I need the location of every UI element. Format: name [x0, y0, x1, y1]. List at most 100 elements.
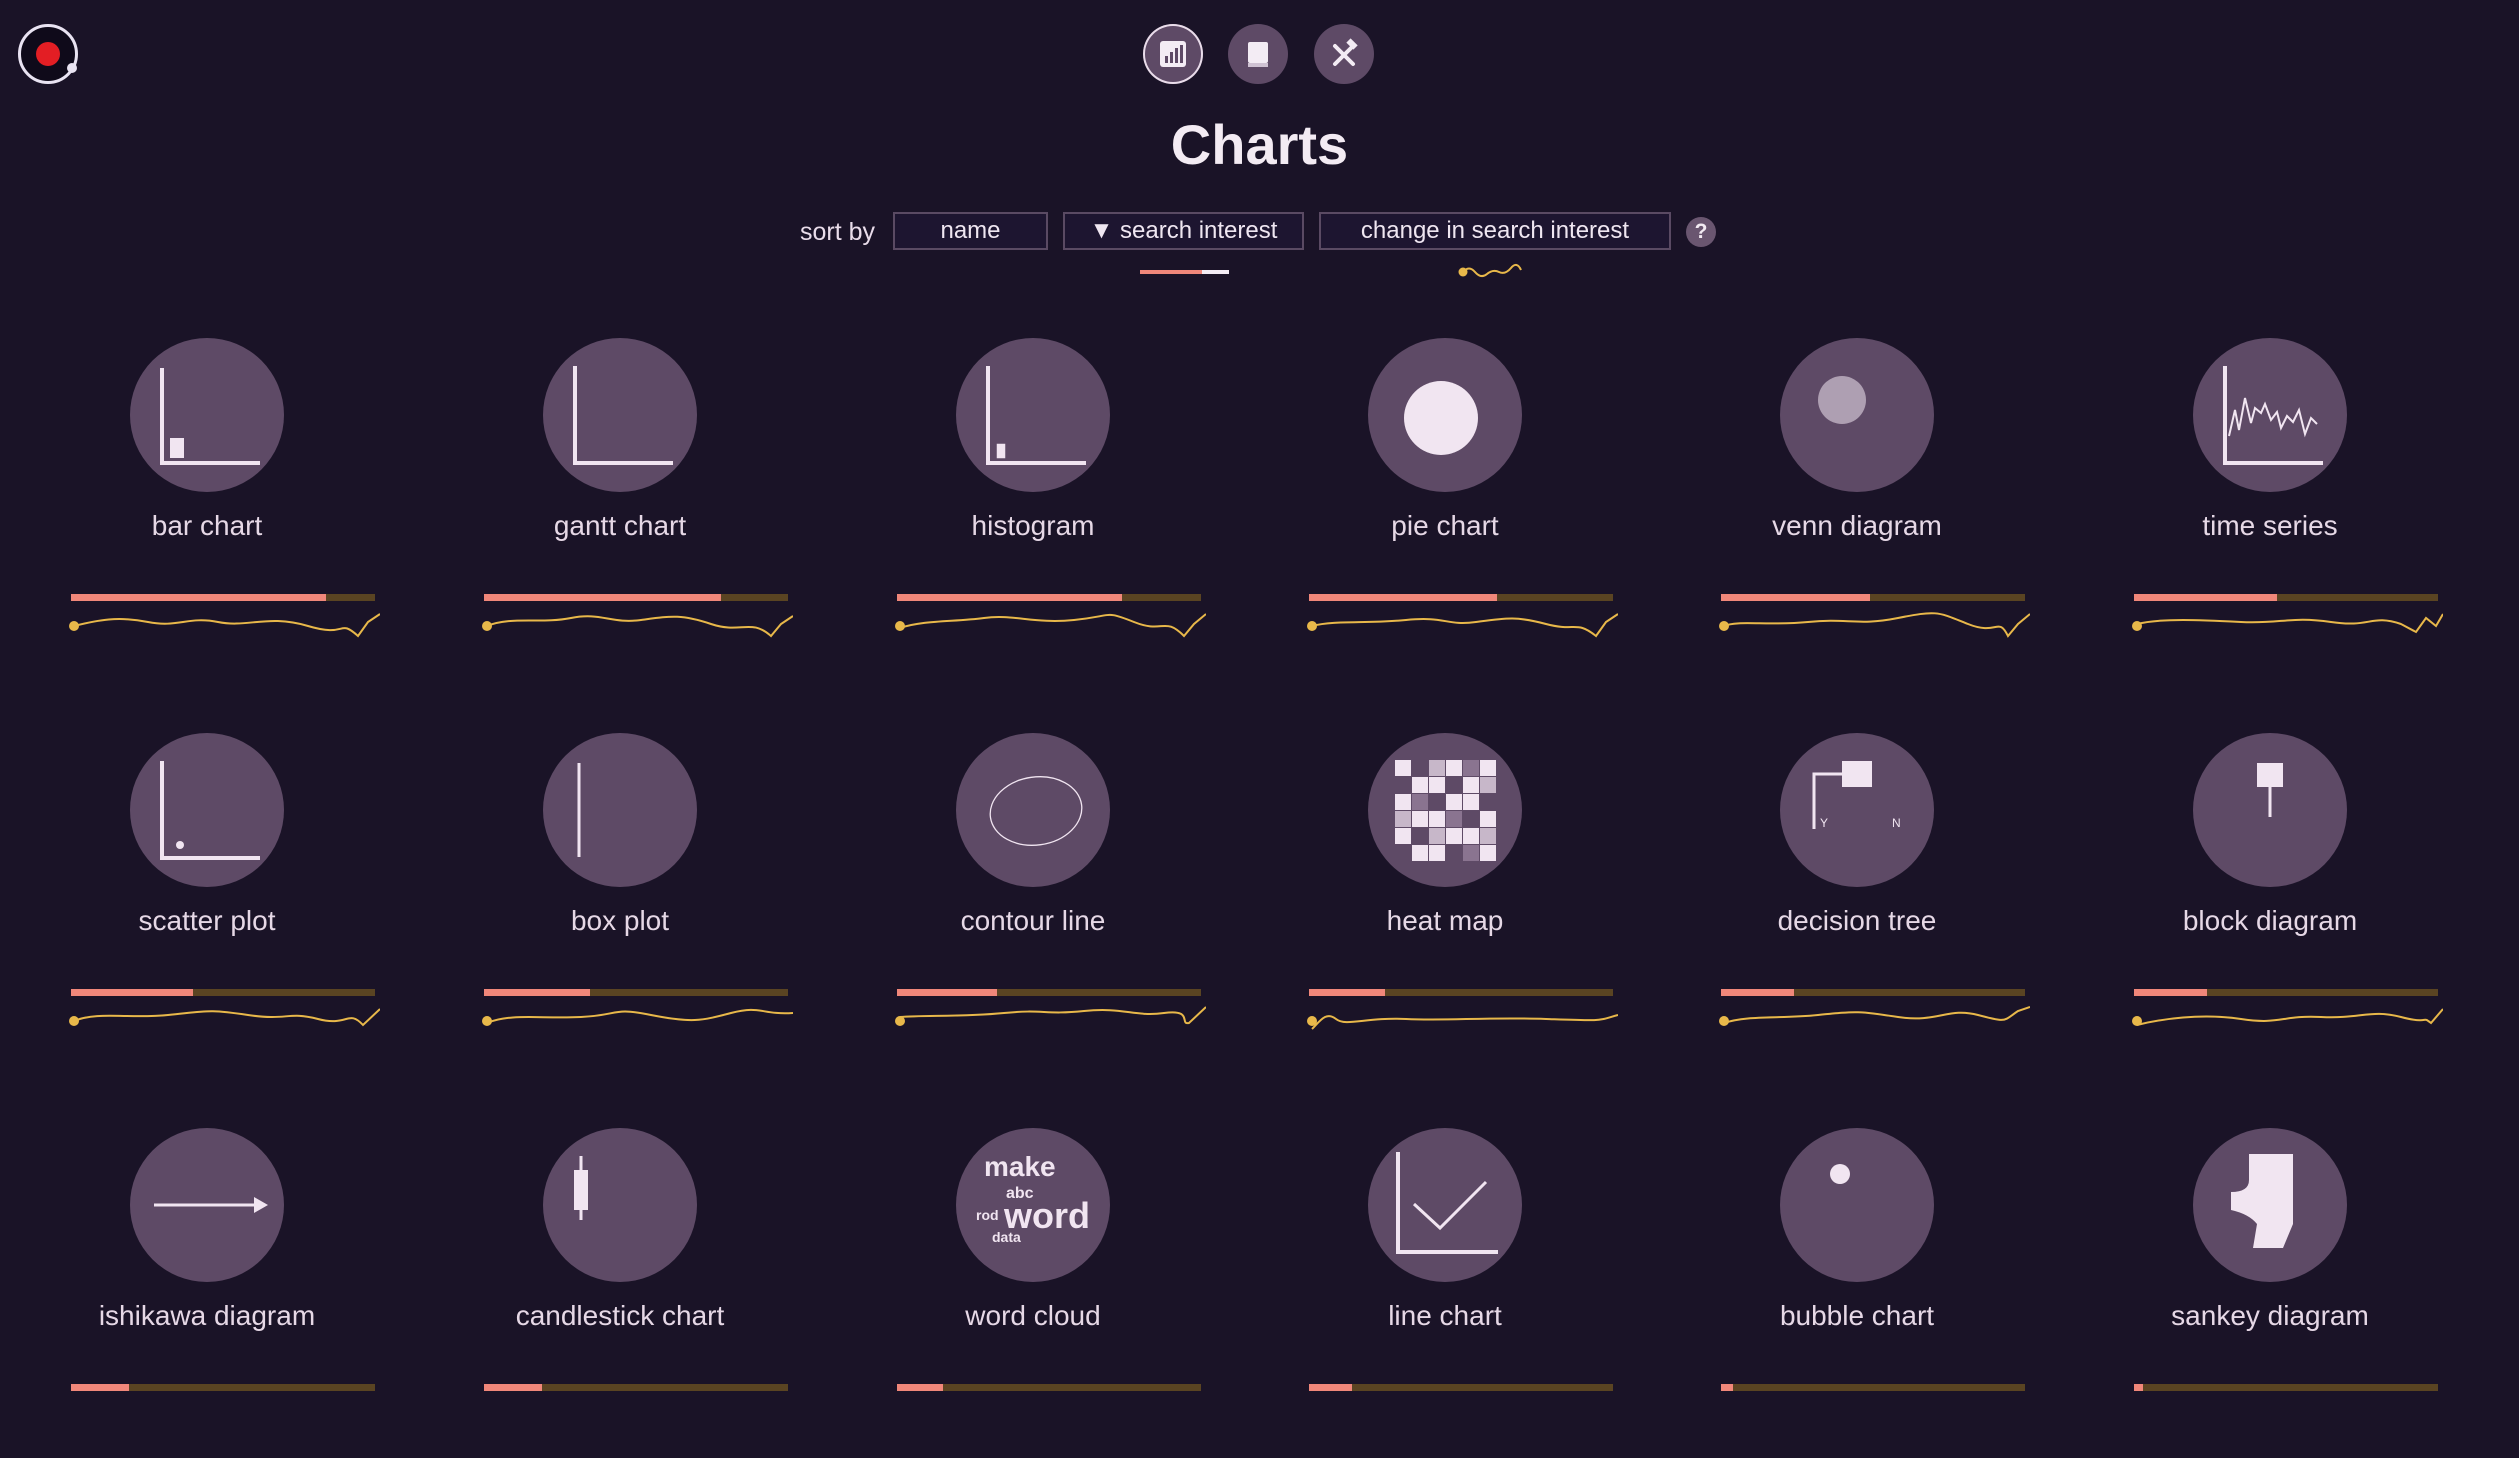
- sort-label: sort by: [800, 218, 876, 246]
- sort-bar: sort by name ▼ search interest change in…: [0, 212, 2519, 252]
- word-cloud-icon[interactable]: make abc rod word data: [956, 1128, 1110, 1282]
- search-interest-fill: [1721, 989, 1794, 996]
- search-interest-bar: [71, 594, 375, 601]
- pie-chart-icon[interactable]: [1368, 338, 1522, 492]
- chart-card-label[interactable]: time series: [2101, 510, 2439, 542]
- search-interest-fill: [897, 594, 1122, 601]
- search-interest-fill: [897, 989, 998, 996]
- search-interest-fill: [71, 989, 193, 996]
- scatter-plot-icon-graphic: [160, 761, 260, 860]
- chart-card[interactable]: make abc rod word data word cloud: [864, 1128, 1201, 1458]
- search-interest-bar: [71, 989, 375, 996]
- chart-card[interactable]: scatter plot: [38, 733, 380, 1063]
- chart-card[interactable]: ishikawa diagram: [38, 1128, 375, 1458]
- histogram-icon-graphic: [986, 366, 1086, 465]
- search-interest-fill: [1721, 594, 1870, 601]
- search-interest-fill: [484, 989, 591, 996]
- bar-chart-icon-graphic: [160, 368, 260, 465]
- chart-card-label[interactable]: ishikawa diagram: [38, 1300, 376, 1332]
- chart-card[interactable]: sankey diagram: [2101, 1128, 2438, 1458]
- search-trend-sparkline: [69, 613, 380, 638]
- bar-chart-icon[interactable]: [130, 338, 284, 492]
- chart-card[interactable]: contour line: [864, 733, 1206, 1063]
- chart-card[interactable]: box plot: [451, 733, 793, 1063]
- legend-interest-bar: [1140, 270, 1202, 274]
- sort-name-button[interactable]: name: [893, 212, 1048, 250]
- chart-card[interactable]: venn diagram: [1688, 338, 2030, 668]
- nav-books-button[interactable]: [1228, 24, 1288, 84]
- chart-card[interactable]: heat map: [1276, 733, 1618, 1063]
- bubble-chart-icon[interactable]: [1780, 1128, 1934, 1282]
- chart-card[interactable]: block diagram: [2101, 733, 2443, 1063]
- chart-card-label[interactable]: venn diagram: [1688, 510, 2026, 542]
- nav-tools-button[interactable]: [1314, 24, 1374, 84]
- word-cloud-icon-graphic: make abc rod word data: [976, 1151, 1090, 1245]
- chart-card-label[interactable]: line chart: [1276, 1300, 1614, 1332]
- chart-card-label[interactable]: sankey diagram: [2101, 1300, 2439, 1332]
- chart-card[interactable]: time series: [2101, 338, 2443, 668]
- candlestick-chart-icon-graphic: [574, 1156, 588, 1220]
- tools-icon: [1333, 38, 1358, 66]
- search-interest-fill: [897, 1384, 943, 1391]
- sparkline-line: [1723, 612, 2030, 638]
- search-trend-sparkline: [2132, 613, 2443, 634]
- chart-card-label[interactable]: bar chart: [38, 510, 376, 542]
- box-plot-icon[interactable]: [543, 733, 697, 887]
- help-button[interactable]: ?: [1686, 217, 1716, 247]
- svg-text:data: data: [992, 1229, 1021, 1245]
- svg-text:N: N: [1892, 816, 1901, 830]
- bubble-chart-icon-graphic: [1830, 1164, 1850, 1184]
- chart-card-label[interactable]: heat map: [1276, 905, 1614, 937]
- chart-card-label[interactable]: block diagram: [2101, 905, 2439, 937]
- line-chart-icon[interactable]: [1368, 1128, 1522, 1282]
- search-interest-bar: [897, 989, 1201, 996]
- histogram-icon[interactable]: [956, 338, 1110, 492]
- chart-card-label[interactable]: decision tree: [1688, 905, 2026, 937]
- ishikawa-diagram-icon[interactable]: [130, 1128, 284, 1282]
- chart-card-label[interactable]: bubble chart: [1688, 1300, 2026, 1332]
- sort-legend-graphics: [1140, 264, 1522, 278]
- decision-tree-icon[interactable]: Y N: [1780, 733, 1934, 887]
- chart-card[interactable]: line chart: [1276, 1128, 1613, 1458]
- chart-card[interactable]: bubble chart: [1688, 1128, 2025, 1458]
- top-nav: [0, 24, 2519, 86]
- chart-card[interactable]: gantt chart: [451, 338, 793, 668]
- scatter-plot-icon[interactable]: [130, 733, 284, 887]
- block-diagram-icon-graphic: [2257, 763, 2283, 817]
- chart-card-label[interactable]: scatter plot: [38, 905, 376, 937]
- chart-card-label[interactable]: candlestick chart: [451, 1300, 789, 1332]
- search-trend-sparkline: [69, 1008, 380, 1027]
- candlestick-chart-icon[interactable]: [543, 1128, 697, 1282]
- chart-card[interactable]: bar chart: [38, 338, 380, 668]
- chart-card-label[interactable]: histogram: [864, 510, 1202, 542]
- search-interest-fill: [484, 594, 722, 601]
- chart-card[interactable]: pie chart: [1276, 338, 1618, 668]
- contour-line-icon-graphic: [989, 776, 1083, 846]
- chart-card-label[interactable]: word cloud: [864, 1300, 1202, 1332]
- sankey-diagram-icon[interactable]: [2193, 1128, 2347, 1282]
- contour-line-icon[interactable]: [956, 733, 1110, 887]
- nav-charts-button[interactable]: [1143, 24, 1203, 84]
- block-diagram-icon[interactable]: [2193, 733, 2347, 887]
- search-interest-bar: [2134, 1384, 2438, 1391]
- time-series-icon[interactable]: [2193, 338, 2347, 492]
- line-chart-icon-graphic: [1396, 1152, 1498, 1254]
- chart-card-label[interactable]: box plot: [451, 905, 789, 937]
- chart-card-label[interactable]: contour line: [864, 905, 1202, 937]
- search-interest-bar: [1309, 989, 1613, 996]
- sort-search-interest-button[interactable]: ▼ search interest: [1063, 212, 1304, 250]
- search-interest-fill: [71, 1384, 129, 1391]
- search-interest-fill: [484, 1384, 542, 1391]
- gantt-chart-icon-graphic: [573, 366, 673, 465]
- search-interest-bar: [1721, 594, 2025, 601]
- chart-card[interactable]: Y N decision tree: [1688, 733, 2030, 1063]
- search-interest-bar: [1309, 1384, 1613, 1391]
- sort-change-button[interactable]: change in search interest: [1319, 212, 1671, 250]
- chart-card-label[interactable]: gantt chart: [451, 510, 789, 542]
- chart-card[interactable]: candlestick chart: [451, 1128, 788, 1458]
- heat-map-icon[interactable]: [1368, 733, 1522, 887]
- chart-card[interactable]: histogram: [864, 338, 1206, 668]
- gantt-chart-icon[interactable]: [543, 338, 697, 492]
- chart-card-label[interactable]: pie chart: [1276, 510, 1614, 542]
- venn-diagram-icon[interactable]: [1780, 338, 1934, 492]
